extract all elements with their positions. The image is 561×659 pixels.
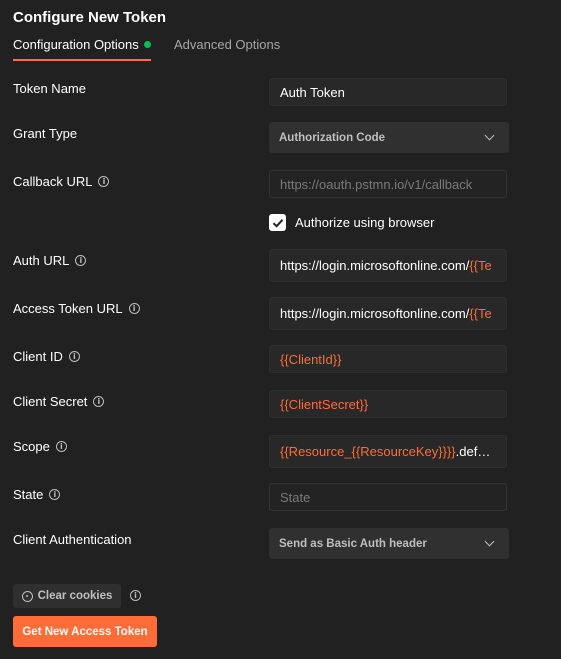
page-title: Configure New Token bbox=[13, 9, 167, 26]
callback-url-label: Callback URL i bbox=[13, 174, 110, 189]
info-icon[interactable]: i bbox=[130, 590, 141, 601]
callback-url-input[interactable]: https://oauth.pstmn.io/v1/callback bbox=[269, 170, 507, 198]
grant-type-label: Grant Type bbox=[13, 126, 78, 141]
chevron-down-icon bbox=[484, 130, 495, 141]
client-secret-label: Client Secret i bbox=[13, 394, 105, 409]
active-tab-indicator bbox=[13, 59, 151, 61]
state-label: State i bbox=[13, 487, 61, 502]
scope-label: Scope i bbox=[13, 439, 67, 454]
chevron-down-icon bbox=[484, 536, 495, 547]
info-icon[interactable]: i bbox=[98, 176, 110, 187]
clear-cookies-button[interactable]: Clear cookies bbox=[13, 584, 121, 608]
authorize-browser-checkbox[interactable] bbox=[269, 214, 286, 231]
cookie-icon bbox=[21, 590, 33, 602]
client-id-input[interactable]: {{ClientId}} bbox=[269, 345, 507, 373]
info-icon[interactable]: i bbox=[68, 351, 80, 362]
get-new-access-token-button[interactable]: Get New Access Token bbox=[13, 616, 157, 647]
scope-input[interactable]: {{Resource_{{ResourceKey}}}}.default bbox=[269, 435, 507, 468]
checkmark-icon bbox=[272, 218, 283, 228]
info-icon[interactable]: i bbox=[55, 441, 67, 452]
auth-url-label: Auth URL i bbox=[13, 253, 87, 268]
token-name-label: Token Name bbox=[13, 81, 86, 96]
tab-configuration-options[interactable]: Configuration Options bbox=[13, 37, 151, 61]
state-input[interactable]: State bbox=[269, 483, 507, 511]
info-icon[interactable]: i bbox=[93, 396, 105, 407]
authorize-browser-row: Authorize using browser bbox=[269, 214, 434, 231]
token-name-input[interactable]: Auth Token bbox=[269, 78, 507, 106]
grant-type-select[interactable]: Authorization Code bbox=[269, 122, 509, 153]
status-dot-icon bbox=[143, 41, 151, 48]
client-id-label: Client ID i bbox=[13, 349, 80, 364]
info-icon[interactable]: i bbox=[49, 489, 61, 500]
tab-advanced-options[interactable]: Advanced Options bbox=[174, 37, 280, 52]
tab-label: Advanced Options bbox=[174, 37, 281, 52]
client-authentication-select[interactable]: Send as Basic Auth header bbox=[269, 528, 509, 559]
tab-label: Configuration Options bbox=[13, 37, 139, 52]
access-token-url-label: Access Token URL i bbox=[13, 301, 140, 316]
info-icon[interactable]: i bbox=[75, 255, 87, 266]
client-authentication-label: Client Authentication bbox=[13, 532, 132, 547]
authorize-browser-label: Authorize using browser bbox=[295, 215, 435, 230]
client-secret-input[interactable]: {{ClientSecret}} bbox=[269, 390, 507, 418]
access-token-url-input[interactable]: https://login.microsoftonline.com/{{Te bbox=[269, 297, 507, 330]
info-icon[interactable]: i bbox=[128, 303, 140, 314]
tab-bar: Configuration Options Advanced Options bbox=[13, 37, 561, 63]
auth-url-input[interactable]: https://login.microsoftonline.com/{{Te bbox=[269, 249, 507, 282]
